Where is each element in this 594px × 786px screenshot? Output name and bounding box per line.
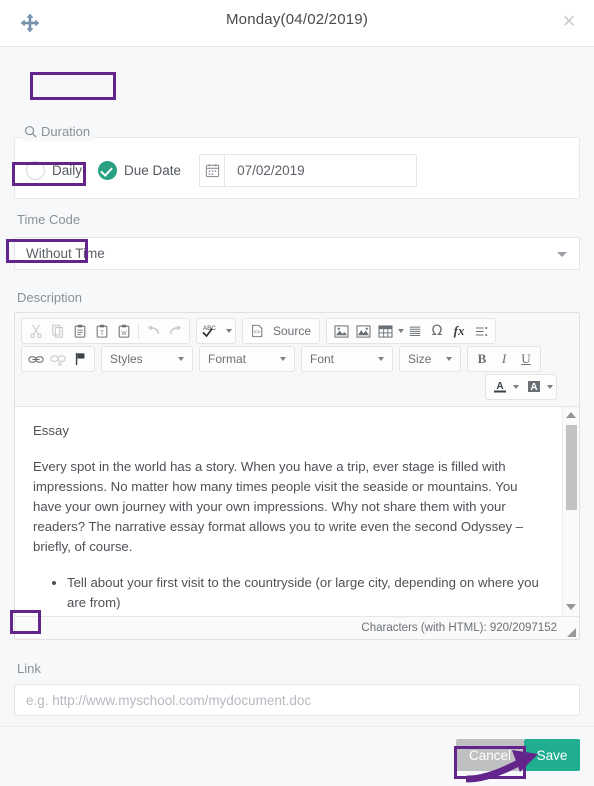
scrollbar-thumb[interactable] — [566, 425, 577, 510]
calendar-icon[interactable] — [200, 154, 226, 186]
radio-daily[interactable] — [26, 160, 45, 180]
radio-due-date-label[interactable]: Due Date — [124, 163, 181, 178]
svg-text:W: W — [122, 331, 127, 337]
svg-text:A: A — [496, 381, 503, 392]
styles-label: Styles — [110, 352, 143, 366]
format-dropdown[interactable]: Format — [199, 346, 295, 372]
clipboard-group: T W — [21, 318, 190, 344]
size-label: Size — [408, 352, 432, 366]
svg-text:<>: <> — [254, 329, 261, 336]
chevron-down-icon[interactable] — [547, 385, 553, 389]
duration-legend-label: Duration — [41, 123, 91, 139]
description-label: Description — [17, 290, 83, 305]
dialog-window: Monday(04/02/2019) ✕ Duration Daily Due … — [0, 0, 594, 786]
chevron-down-icon — [446, 357, 452, 361]
svg-text:T: T — [100, 330, 104, 337]
spellcheck-icon[interactable]: ABC — [200, 320, 224, 342]
dialog-titlebar: Monday(04/02/2019) ✕ — [0, 0, 594, 47]
content-bullet-list: Tell about your first visit to the count… — [33, 573, 544, 613]
page-break-icon[interactable] — [470, 320, 492, 342]
size-dropdown[interactable]: Size — [399, 346, 461, 372]
page-title: Monday(04/02/2019) — [225, 11, 369, 28]
chevron-down-icon — [378, 357, 384, 361]
unlink-icon[interactable] — [47, 348, 69, 370]
scroll-down-icon[interactable] — [566, 602, 577, 613]
toolbar-row-1: T W ABC <> Source Ω fx — [19, 317, 575, 345]
source-group[interactable]: <> Source — [242, 318, 321, 344]
italic-button[interactable]: I — [493, 348, 515, 370]
flash-image-icon[interactable] — [352, 320, 374, 342]
link-label: Link — [17, 661, 41, 676]
editor-footer: Characters (with HTML): 920/2097152 — [15, 616, 579, 639]
chevron-down-icon — [557, 252, 567, 257]
anchor-icon[interactable] — [69, 348, 91, 370]
text-style-group: B I U — [467, 346, 541, 372]
styles-dropdown[interactable]: Styles — [101, 346, 193, 372]
toolbar-row-2: Styles Format Font Size B I U — [19, 345, 575, 373]
time-code-select[interactable]: Without Time — [14, 237, 580, 270]
editor-content-area: Essay Every spot in the world has a stor… — [15, 407, 579, 616]
editor-scrollbar[interactable] — [562, 407, 579, 616]
horizontal-rule-icon[interactable] — [404, 320, 426, 342]
special-character-icon[interactable]: Ω — [426, 320, 448, 342]
paste-icon[interactable] — [69, 320, 91, 342]
duration-legend: Duration — [22, 121, 95, 141]
chevron-down-icon[interactable] — [513, 385, 519, 389]
underline-button[interactable]: U — [515, 348, 537, 370]
math-formula-icon[interactable]: fx — [448, 320, 470, 342]
redo-icon[interactable] — [164, 320, 186, 342]
editor-content[interactable]: Essay Every spot in the world has a stor… — [15, 407, 562, 616]
link-group — [21, 346, 95, 372]
background-color-icon[interactable]: A — [523, 376, 545, 398]
content-paragraph: Every spot in the world has a story. Whe… — [33, 459, 524, 554]
table-icon[interactable] — [374, 320, 396, 342]
svg-text:A: A — [530, 382, 537, 393]
source-code-icon[interactable]: <> — [246, 320, 268, 342]
scroll-up-icon[interactable] — [566, 410, 577, 421]
resize-grip-icon[interactable] — [567, 628, 576, 637]
content-heading: Essay — [33, 423, 69, 438]
text-color-icon[interactable]: A — [489, 376, 511, 398]
list-item: Tell about your first visit to the count… — [67, 573, 544, 613]
insert-group: Ω fx — [326, 318, 497, 344]
due-date-field-group — [199, 153, 418, 187]
format-label: Format — [208, 352, 247, 366]
paste-from-word-icon[interactable]: W — [113, 320, 135, 342]
copy-icon[interactable] — [47, 320, 69, 342]
character-count: Characters (with HTML): 920/2097152 — [361, 622, 557, 634]
cancel-button[interactable]: Cancel — [456, 739, 524, 771]
radio-daily-label[interactable]: Daily — [52, 163, 82, 178]
spellcheck-group: ABC — [196, 318, 236, 344]
dialog-body: Duration Daily Due Date 07/02/2019 Time … — [0, 47, 594, 786]
due-date-input[interactable] — [225, 154, 417, 186]
font-dropdown[interactable]: Font — [301, 346, 393, 372]
color-group: A A — [485, 374, 557, 400]
source-label[interactable]: Source — [268, 324, 316, 338]
chevron-down-icon — [178, 357, 184, 361]
image-icon[interactable] — [330, 320, 352, 342]
chevron-down-icon — [280, 357, 286, 361]
undo-icon[interactable] — [142, 320, 164, 342]
close-icon[interactable]: ✕ — [556, 9, 582, 35]
link-icon[interactable] — [25, 348, 47, 370]
toolbar-row-3: A A — [19, 373, 575, 401]
editor-toolbar: T W ABC <> Source Ω fx Styles Format Fon… — [15, 313, 579, 407]
chevron-down-icon[interactable] — [226, 329, 232, 333]
time-code-label: Time Code — [17, 212, 81, 227]
bold-button[interactable]: B — [471, 348, 493, 370]
paste-as-text-icon[interactable]: T — [91, 320, 113, 342]
font-label: Font — [310, 352, 335, 366]
link-input[interactable] — [14, 684, 580, 716]
rich-text-editor: T W ABC <> Source Ω fx Styles Format Fon… — [14, 312, 580, 640]
dialog-footer: Cancel Save — [0, 726, 594, 786]
duration-radio-row: Daily Due Date — [14, 150, 418, 190]
search-icon — [24, 125, 37, 138]
toolbar-divider — [138, 323, 139, 339]
time-code-selected-value: Without Time — [26, 246, 105, 261]
save-button[interactable]: Save — [524, 739, 580, 771]
cut-icon[interactable] — [25, 320, 47, 342]
radio-due-date[interactable] — [98, 160, 118, 180]
